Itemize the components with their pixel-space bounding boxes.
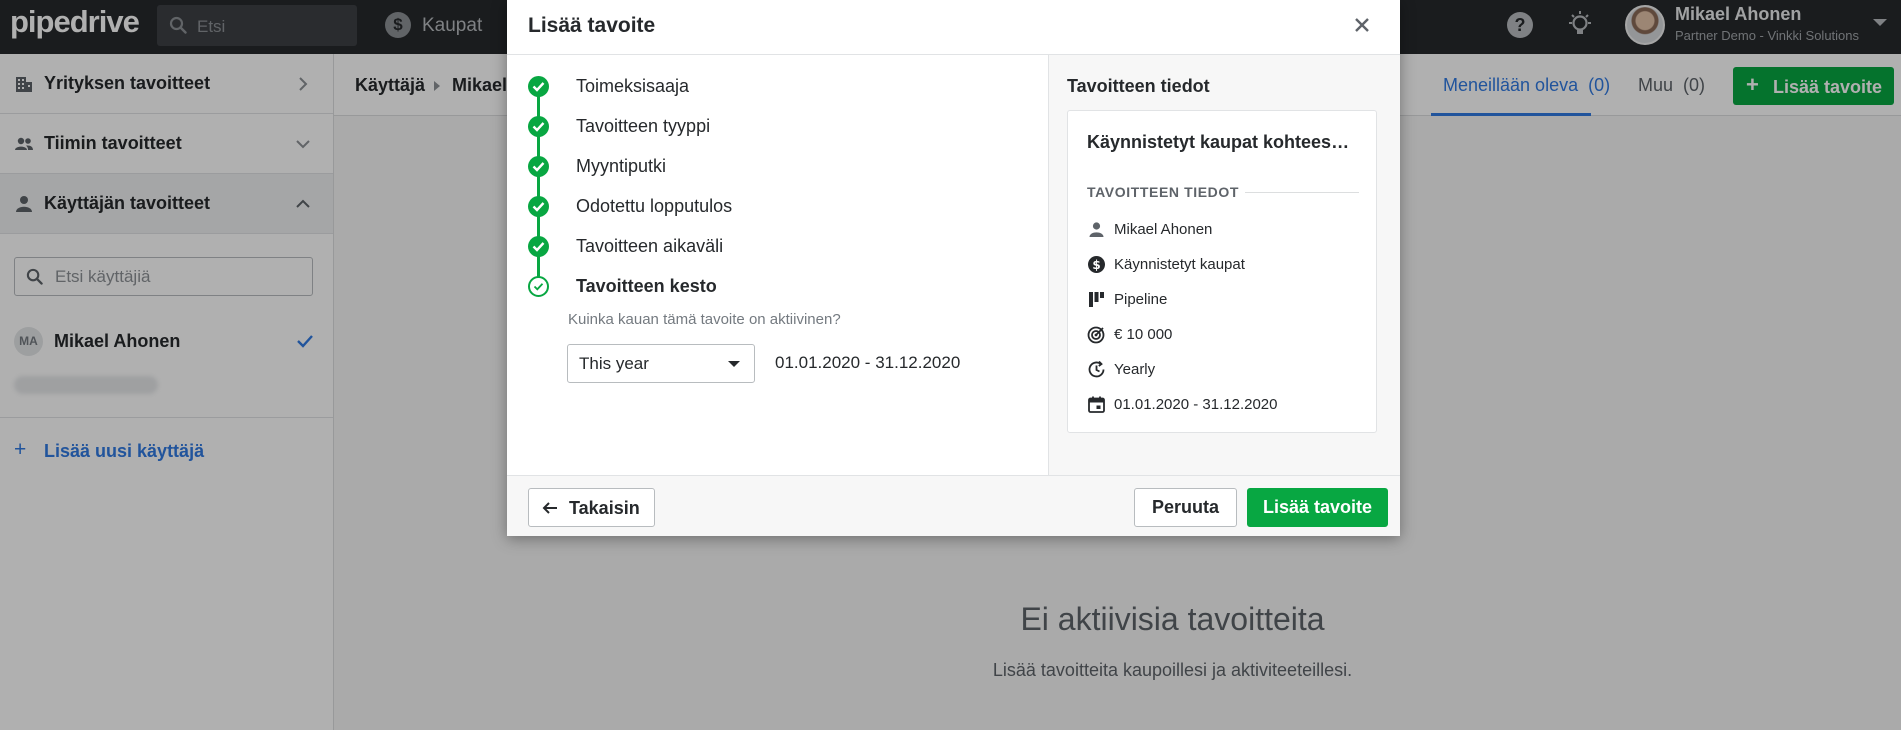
detail-text: 01.01.2020 - 31.12.2020 [1114, 396, 1278, 413]
person-icon [1089, 222, 1104, 237]
back-button[interactable]: Takaisin [528, 488, 655, 527]
modal-footer: Takaisin Peruuta Lisää tavoite [507, 475, 1400, 536]
detail-text: Käynnistetyt kaupat [1114, 256, 1245, 273]
add-goal-modal: Lisää tavoite Toimeksisaaja Tavoitteen t… [507, 0, 1400, 536]
check-circle-icon [528, 236, 549, 257]
divider [1245, 192, 1359, 193]
svg-text:$: $ [1092, 258, 1100, 272]
check-circle-icon [528, 196, 549, 217]
wizard-step-label: Myyntiputki [576, 156, 667, 176]
close-icon[interactable] [1351, 14, 1373, 36]
dollar-icon: $ [1088, 256, 1105, 273]
modal-title: Lisää tavoite [528, 14, 656, 37]
interval-icon [1088, 360, 1105, 378]
back-button-label: Takaisin [569, 498, 640, 518]
wizard-step-label: Odotettu lopputulos [576, 196, 733, 216]
target-icon [1087, 326, 1105, 344]
wizard-step-label: Toimeksisaaja [576, 76, 690, 96]
wizard-step-label: Tavoitteen aikaväli [576, 236, 724, 256]
calendar-icon [1088, 396, 1105, 413]
detail-text: Yearly [1114, 361, 1156, 378]
summary-heading: Tavoitteen tiedot [1067, 76, 1210, 96]
wizard-step-label: Tavoitteen tyyppi [576, 116, 711, 136]
pipeline-icon [1089, 292, 1104, 307]
period-select[interactable]: This year [567, 344, 755, 383]
current-step-circle-icon [528, 276, 549, 297]
cancel-button[interactable]: Peruuta [1134, 488, 1237, 527]
arrow-left-icon [542, 502, 557, 514]
check-circle-icon [528, 156, 549, 177]
summary-card: Käynnistetyt kaupat kohtees… TAVOITTEEN … [1067, 110, 1377, 433]
period-select-value: This year [579, 354, 649, 373]
goal-wizard-steps: Toimeksisaaja Tavoitteen tyyppi Myyntipu… [507, 55, 1047, 475]
caret-down-icon [728, 361, 740, 367]
detail-text: Mikael Ahonen [1114, 221, 1213, 238]
detail-text: € 10 000 [1114, 326, 1173, 343]
check-circle-icon [528, 116, 549, 137]
detail-text: Pipeline [1114, 291, 1168, 308]
wizard-step-label: Tavoitteen kesto [576, 276, 717, 296]
period-date-range: 01.01.2020 - 31.12.2020 [775, 353, 961, 372]
check-circle-icon [528, 76, 549, 97]
goal-name: Käynnistetyt kaupat kohtees… [1087, 132, 1350, 152]
submit-goal-button[interactable]: Lisää tavoite [1247, 488, 1388, 527]
duration-question: Kuinka kauan tämä tavoite on aktiivinen? [568, 311, 841, 328]
goal-summary-panel: Tavoitteen tiedot Käynnistetyt kaupat ko… [1048, 55, 1400, 475]
summary-section-label: TAVOITTEEN TIEDOT [1087, 184, 1240, 200]
